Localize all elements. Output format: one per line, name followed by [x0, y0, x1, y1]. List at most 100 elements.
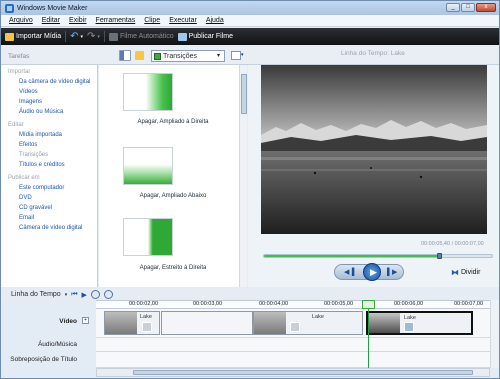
clip-label: Lake	[312, 314, 324, 320]
menu-bar: Arquivo Editar Exibir Ferramentas Clipe …	[1, 15, 499, 27]
import-media-button[interactable]: Importar Mídia	[5, 32, 62, 41]
title-bar: Windows Movie Maker _ □ x	[1, 1, 499, 15]
task-link[interactable]: Email	[19, 215, 34, 221]
split-label: Dividir	[461, 269, 481, 276]
menu-clip[interactable]: Clipe	[144, 17, 160, 24]
title-overlay-track-name: Sobreposição de Título	[10, 356, 77, 363]
audio-track-name: Áudio/Música	[37, 341, 77, 348]
redo-button[interactable]: ↷ ▾	[87, 31, 100, 42]
minimize-button[interactable]: _	[446, 3, 460, 12]
timeline-vertical-scrollbar[interactable]	[490, 300, 499, 368]
ruler-tick: 00:00:06,00	[394, 301, 424, 307]
seek-bar[interactable]	[263, 253, 493, 259]
transition-thumbnail[interactable]	[123, 73, 173, 111]
app-icon	[5, 3, 14, 13]
menu-play[interactable]: Executar	[169, 17, 197, 24]
title-overlay-track[interactable]	[96, 352, 490, 368]
view-options-button[interactable]	[231, 51, 241, 60]
split-icon: ⧓	[451, 268, 459, 277]
playback-time: 00:00:05,40 / 00:00:07,00	[421, 241, 484, 247]
audio-track-label: Áudio/Música	[1, 341, 95, 348]
selected-video-clip[interactable]: Lake	[366, 311, 473, 335]
task-link[interactable]: Imagens	[19, 99, 42, 105]
publish-icon	[177, 32, 187, 41]
time-ruler[interactable]: 00:00:02,00 00:00:03,00 00:00:04,00 00:0…	[96, 300, 490, 309]
transition-thumbnail[interactable]	[123, 147, 173, 185]
video-track-name: Vídeo	[59, 318, 77, 325]
split-button[interactable]: ⧓ Dividir	[451, 268, 480, 277]
next-frame-button[interactable]: ▌▶	[387, 268, 397, 276]
play-button[interactable]: ▶	[363, 263, 381, 281]
timeline-horizontal-scrollbar[interactable]	[96, 368, 490, 377]
collection-selected: Transições	[163, 52, 197, 60]
task-link[interactable]: Efeitos	[19, 142, 37, 148]
rewind-button[interactable]: ⏮	[71, 291, 77, 299]
maximize-button[interactable]: □	[461, 3, 475, 12]
collections-view-button[interactable]	[135, 51, 144, 60]
menu-help[interactable]: Ajuda	[206, 17, 224, 24]
clip-effect-icon	[404, 322, 414, 332]
clip-effect-icon	[290, 322, 300, 332]
clip-label: Lake	[140, 314, 152, 320]
menu-file[interactable]: Arquivo	[9, 17, 33, 24]
transition-caption: Apagar, Ampliado à Direita	[137, 119, 209, 125]
publish-movie-button[interactable]: Publicar Filme	[177, 32, 233, 41]
clip-label: Lake	[404, 315, 416, 321]
tasks-view-button[interactable]	[119, 50, 131, 61]
video-clip[interactable]: Lake	[253, 311, 363, 335]
menu-edit[interactable]: Editar	[42, 17, 60, 24]
undo-button[interactable]: ↶ ▾	[70, 31, 83, 42]
ruler-tick: 00:00:05,00	[324, 301, 354, 307]
collection-dropdown[interactable]: Transições ▾	[151, 50, 225, 62]
tasks-header: Tarefas	[8, 53, 30, 60]
previous-frame-button[interactable]: ◀▐	[344, 268, 354, 276]
timeline-label[interactable]: Linha do Tempo	[11, 291, 61, 298]
video-track-label: Vídeo	[1, 318, 95, 325]
menu-view[interactable]: Exibir	[69, 17, 87, 24]
timeline-chevron-icon[interactable]: ▾	[65, 292, 68, 298]
playhead-line	[368, 309, 369, 370]
task-link[interactable]: Mídia importada	[19, 132, 62, 138]
task-link[interactable]: Este computador	[19, 185, 64, 191]
video-track[interactable]: Lake Lake Lake	[96, 309, 490, 338]
task-link[interactable]: Câmera de vídeo digital	[19, 225, 82, 231]
task-link[interactable]: Vídeos	[19, 89, 38, 95]
scrollbar-thumb[interactable]	[241, 74, 247, 114]
ruler-tick: 00:00:03,00	[193, 301, 223, 307]
play-timeline-button[interactable]: ▶	[82, 291, 87, 299]
app-window: Windows Movie Maker _ □ x Arquivo Editar…	[0, 0, 500, 379]
group-edit-title: Editar	[8, 122, 24, 128]
clip-thumbnail	[105, 312, 137, 334]
auto-movie-button[interactable]: Filme Automático	[108, 32, 174, 41]
clip-gap	[161, 311, 253, 335]
video-clip[interactable]: Lake	[104, 311, 160, 335]
view-options-chevron-icon: ▾	[241, 52, 244, 58]
group-publish-title: Publicar em	[8, 175, 40, 181]
zoom-in-icon[interactable]	[90, 290, 100, 299]
menu-tools[interactable]: Ferramentas	[96, 17, 136, 24]
expand-track-icon[interactable]: +	[82, 317, 89, 324]
task-link[interactable]: DVD	[19, 195, 32, 201]
clip-thumbnail	[254, 312, 286, 334]
task-link[interactable]: CD gravável	[19, 205, 52, 211]
import-label: Importar Mídia	[16, 33, 62, 40]
pane-header	[1, 45, 499, 65]
transition-thumbnail[interactable]	[123, 218, 173, 256]
task-link[interactable]: Transições	[19, 152, 48, 158]
close-button[interactable]: x	[476, 3, 496, 12]
zoom-out-icon[interactable]	[103, 290, 113, 299]
redo-dropdown-icon: ▾	[97, 33, 100, 40]
transition-caption: Apagar, Ampliado Abaixo	[139, 193, 207, 199]
seek-handle[interactable]	[436, 253, 442, 259]
ruler-tick: 00:00:04,00	[259, 301, 289, 307]
transition-caption: Apagar, Estreito à Direita	[139, 265, 207, 271]
scrollbar-thumb[interactable]	[133, 370, 473, 375]
task-link[interactable]: Títulos e créditos	[19, 162, 65, 168]
title-overlay-track-label: Sobreposição de Título	[1, 356, 95, 363]
transitions-scrollbar[interactable]	[239, 65, 247, 287]
task-link[interactable]: Áudio ou Música	[19, 109, 63, 115]
toolbar-divider	[65, 31, 67, 42]
audio-track[interactable]	[96, 338, 490, 352]
playhead-marker[interactable]	[362, 300, 375, 309]
task-link[interactable]: Da câmera de vídeo digital	[19, 79, 90, 85]
